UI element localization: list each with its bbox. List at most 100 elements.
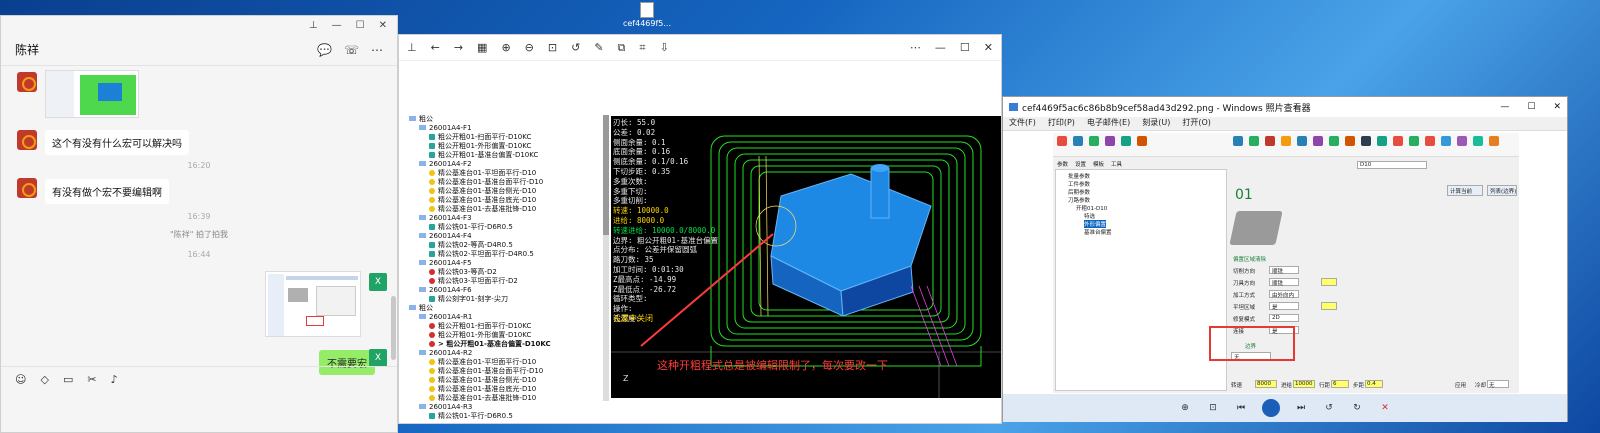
option-select[interactable]: 是 — [1269, 302, 1299, 311]
tree-item[interactable]: 精公铣02-平坦面平行-D4R0.5 — [407, 250, 607, 259]
zoom-in-icon[interactable]: ⊕ — [501, 41, 510, 54]
list-button[interactable]: 列表(边界) — [1487, 185, 1517, 196]
image-message[interactable] — [45, 70, 139, 118]
menu-open[interactable]: 打开(O) — [1182, 117, 1211, 130]
tree-item[interactable]: 精公基准台01-基准台面平行-D10 — [407, 178, 607, 187]
slideshow-icon[interactable] — [1260, 397, 1282, 419]
tree-item[interactable]: 精公铣01-平行-D6R0.5 — [407, 223, 607, 232]
stepdown-field[interactable]: 0.4 — [1365, 380, 1383, 388]
tree-item[interactable]: 精公铣03-平坦面平行-D2 — [407, 277, 607, 286]
option-select[interactable]: 顺铣 — [1269, 278, 1299, 287]
tool-select[interactable]: D10 — [1357, 161, 1427, 169]
tree-item[interactable]: 26001A4-F5 — [407, 259, 607, 268]
close-icon[interactable]: ✕ — [984, 41, 993, 54]
menu-email[interactable]: 电子邮件(E) — [1087, 117, 1130, 130]
tree-scrollbar[interactable] — [603, 115, 609, 401]
minimize-icon[interactable]: — — [332, 20, 342, 31]
tree-item[interactable]: 精公基准台01-基准台底光-D10 — [407, 385, 607, 394]
maximize-icon[interactable]: ☐ — [356, 20, 365, 31]
tree-item[interactable]: 精公基准台01-去基准批锋-D10 — [407, 394, 607, 403]
menu-burn[interactable]: 刻录(U) — [1142, 117, 1170, 130]
avatar[interactable] — [17, 72, 37, 92]
feed-field[interactable]: 10000 — [1293, 380, 1315, 388]
tree-item[interactable]: 26001A4-F6 — [407, 286, 607, 295]
tree-item[interactable]: 26001A4-R2 — [407, 349, 607, 358]
excel-file-icon[interactable]: X — [369, 273, 387, 291]
edit-icon[interactable]: ✎ — [594, 41, 603, 54]
rotate-right-icon[interactable]: ↻ — [1348, 401, 1366, 415]
box-icon[interactable]: ◇ — [40, 373, 48, 386]
zoom-icon[interactable]: ⊕ — [1176, 401, 1194, 415]
rotate-left-icon[interactable]: ↺ — [1320, 401, 1338, 415]
tree-item[interactable]: 精公刻字01-刻字-尖刀 — [407, 295, 607, 304]
menu-file[interactable]: 文件(F) — [1009, 117, 1036, 130]
pin-icon[interactable]: ⊥ — [407, 41, 417, 54]
chat-bubble-icon[interactable]: 💬 — [317, 43, 332, 57]
maximize-icon[interactable]: ☐ — [1527, 102, 1535, 112]
avatar[interactable] — [17, 178, 37, 198]
tree-item[interactable]: 26001A4-R1 — [407, 313, 607, 322]
save-icon[interactable]: ⇩ — [660, 41, 669, 54]
zoom-out-icon[interactable]: ⊖ — [525, 41, 534, 54]
tree-item[interactable]: 26001A4-F2 — [407, 160, 607, 169]
menu-print[interactable]: 打印(P) — [1048, 117, 1075, 130]
pin-icon[interactable]: ⊥ — [309, 20, 318, 31]
microphone-icon[interactable]: ♪ — [111, 373, 118, 386]
speed-field[interactable]: 8000 — [1255, 380, 1277, 388]
scissors-icon[interactable]: ✂ — [87, 373, 96, 386]
next-icon[interactable]: ⏭ — [1292, 401, 1310, 415]
tree-item[interactable]: 粗公开粗01-外形偏置-D10KC — [407, 142, 607, 151]
excel-file-icon[interactable]: X — [369, 349, 387, 367]
tree-item[interactable]: 26001A4-F3 — [407, 214, 607, 223]
rotate-icon[interactable]: ↺ — [571, 41, 580, 54]
message-input-area[interactable]: ☺ ◇ ▭ ✂ ♪ — [1, 366, 397, 432]
folder-icon[interactable]: ▭ — [63, 373, 73, 386]
calc-button[interactable]: 计算当前 — [1447, 185, 1483, 196]
tree-item[interactable]: 精公基准台01-基准台面平行-D10 — [407, 367, 607, 376]
option-select[interactable]: 顺铣 — [1269, 266, 1299, 275]
option-select[interactable]: 由外向内 — [1269, 290, 1299, 299]
copy-icon[interactable]: ⧉ — [618, 41, 626, 55]
back-icon[interactable]: ← — [431, 41, 440, 54]
actual-size-icon[interactable]: ⊡ — [1204, 401, 1222, 415]
yellow-field[interactable] — [1321, 302, 1337, 310]
close-icon[interactable]: ✕ — [1553, 102, 1561, 112]
forward-icon[interactable]: → — [454, 41, 463, 54]
image-message[interactable] — [265, 271, 361, 337]
tree-item[interactable]: 粗公开粗01-扫面平行-D10KC — [407, 322, 607, 331]
stepover-field[interactable]: 6 — [1331, 380, 1349, 388]
yellow-field[interactable] — [1321, 278, 1337, 286]
desktop-file-icon[interactable]: cef4469f5... — [622, 0, 672, 30]
tree-item[interactable]: 粗公 — [407, 304, 607, 313]
tree-item[interactable]: 精公基准台01-去基准批锋-D10 — [407, 205, 607, 214]
phone-icon[interactable]: ☏ — [344, 43, 359, 57]
avatar[interactable] — [17, 130, 37, 150]
crop-icon[interactable]: ⌗ — [639, 41, 645, 55]
close-icon[interactable]: ✕ — [379, 20, 387, 31]
fit-icon[interactable]: ⊡ — [548, 41, 557, 54]
previous-icon[interactable]: ⏮ — [1232, 401, 1250, 415]
tree-item[interactable]: 精公铣01-平行-D6R0.5 — [407, 412, 607, 421]
tree-item[interactable]: 粗公开粗01-扫面平行-D10KC — [407, 133, 607, 142]
emoji-icon[interactable]: ☺ — [15, 373, 26, 386]
minimize-icon[interactable]: — — [935, 41, 946, 54]
grid-icon[interactable]: ▦ — [477, 41, 487, 54]
option-select[interactable]: 2D — [1269, 314, 1299, 322]
more-icon[interactable]: ⋯ — [371, 43, 383, 57]
tree-item[interactable]: 精公铣03-等高-D2 — [407, 268, 607, 277]
tree-item[interactable]: 26001A4-R3 — [407, 403, 607, 412]
apply-button[interactable]: 应用 — [1455, 381, 1466, 389]
tree-item[interactable]: 精公基准台01-平坦面平行-D10 — [407, 169, 607, 178]
tree-item[interactable]: 精公铣02-等高-D4R0.5 — [407, 241, 607, 250]
tree-item[interactable]: 粗公开粗01-基准台偏置-D10KC — [407, 151, 607, 160]
maximize-icon[interactable]: ☐ — [960, 41, 970, 54]
tree-item[interactable]: 精公基准台01-基准台底光-D10 — [407, 196, 607, 205]
tree-item[interactable]: 26001A4-F4 — [407, 232, 607, 241]
chat-scrollbar[interactable] — [391, 296, 396, 360]
tree-item[interactable]: 粗公开粗01-外形偏置-D10KC — [407, 331, 607, 340]
cooling-select[interactable]: 无 — [1487, 380, 1509, 389]
tree-item[interactable]: 粗公 — [407, 115, 607, 124]
delete-icon[interactable]: ✕ — [1376, 401, 1394, 415]
more-icon[interactable]: ⋯ — [910, 41, 921, 54]
tree-item[interactable]: 精公基准台01-平坦面平行-D10 — [407, 358, 607, 367]
